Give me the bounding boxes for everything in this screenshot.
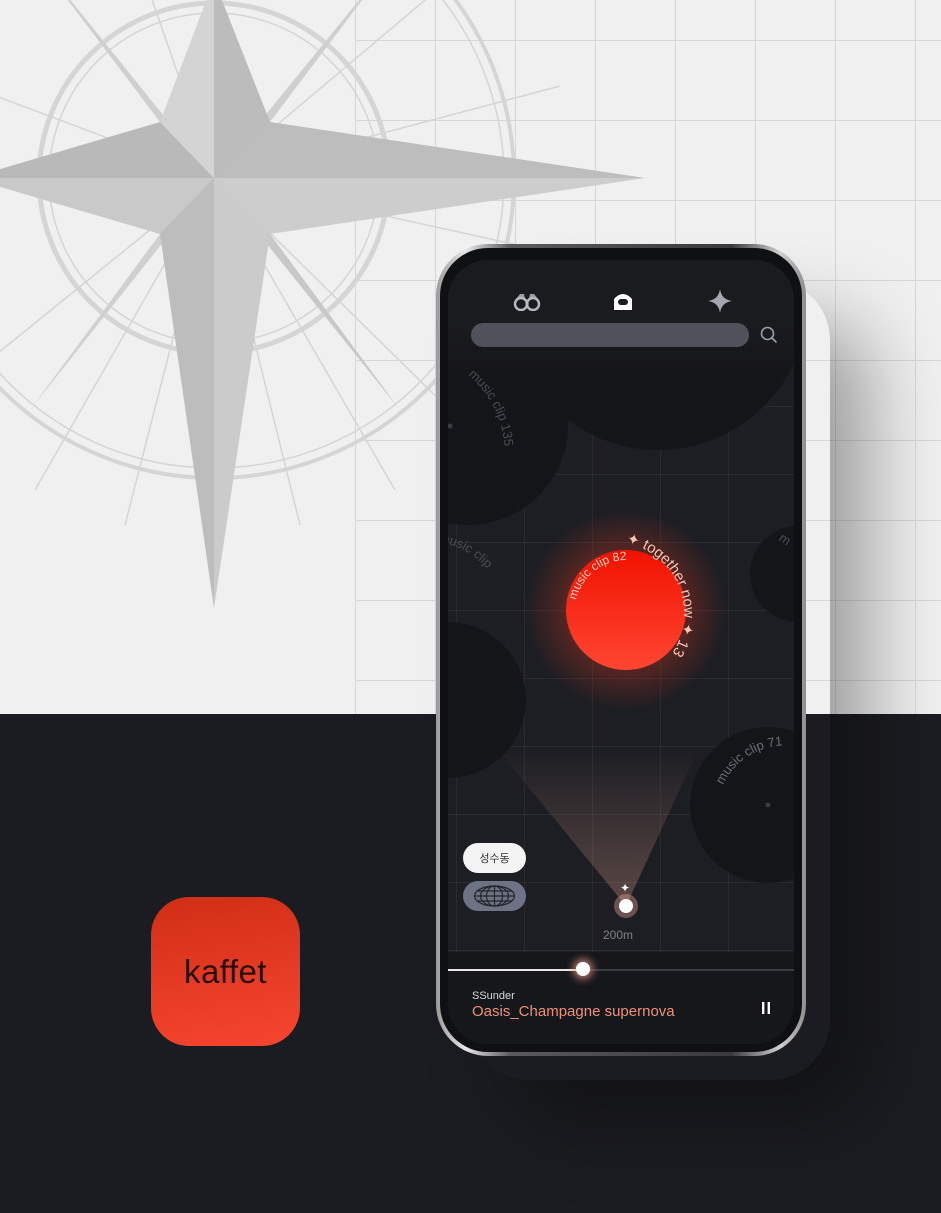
progress-handle[interactable] (575, 962, 590, 976)
home-icon[interactable] (608, 286, 638, 316)
app-screen: ✦ music clip 135 music clip 56 music cli… (448, 260, 794, 1044)
phone-bezel: ✦ music clip 135 music clip 56 music cli… (440, 248, 802, 1052)
user-location-dot (619, 899, 633, 913)
search-input[interactable] (471, 323, 749, 347)
globe-icon (473, 885, 516, 907)
track-title: Oasis_Champagne supernova (472, 1003, 675, 1020)
view-direction-beam (498, 750, 698, 906)
pause-icon[interactable] (758, 1000, 774, 1016)
binoculars-icon[interactable] (512, 286, 542, 316)
location-label: 성수동 (479, 852, 510, 865)
top-nav (448, 260, 794, 370)
app-icon[interactable]: kaffet (151, 897, 300, 1046)
sparkle-icon: ✦ (620, 881, 630, 895)
distance-label: 200m (603, 928, 634, 942)
globe-button[interactable] (463, 881, 526, 911)
app-name: kaffet (183, 952, 268, 990)
progress-fill (448, 969, 583, 971)
phone-frame: ✦ music clip 135 music clip 56 music cli… (436, 244, 806, 1056)
artist-name: SSunder (472, 990, 515, 1002)
search-icon[interactable] (758, 324, 780, 346)
location-chip[interactable]: 성수동 (463, 843, 526, 873)
sparkle-icon[interactable] (705, 286, 735, 316)
